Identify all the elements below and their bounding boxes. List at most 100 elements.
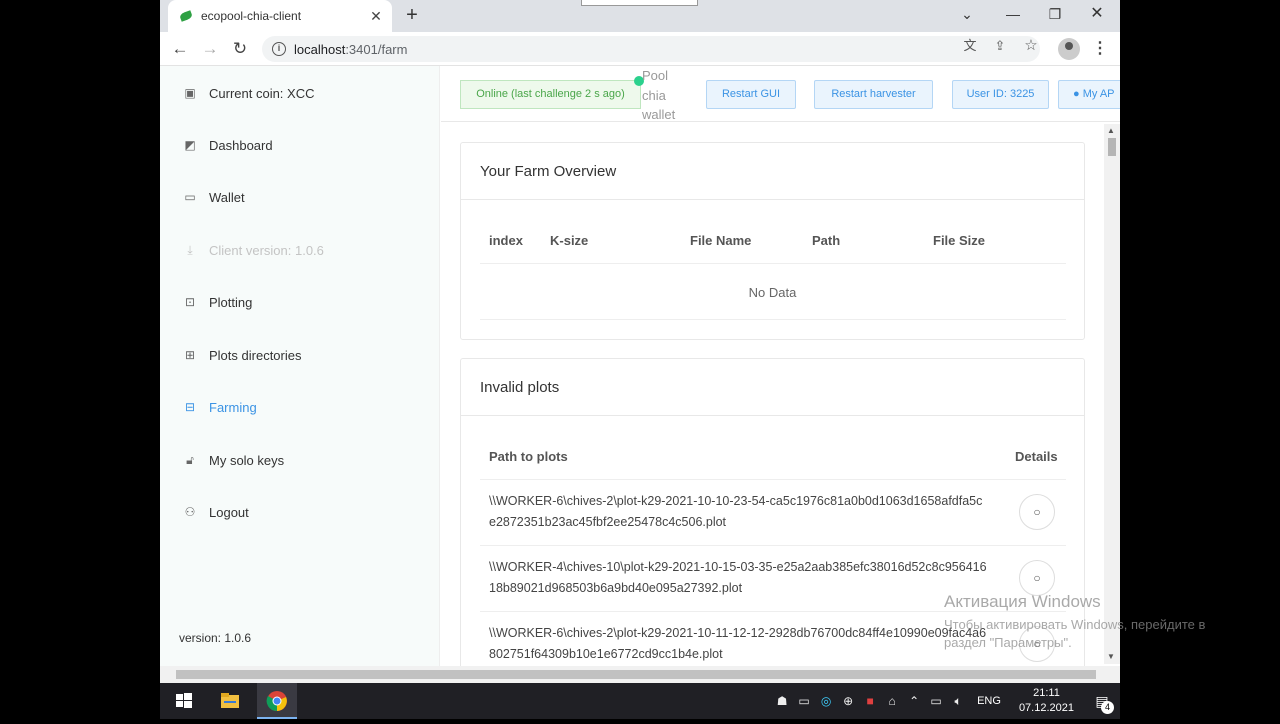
file-explorer-icon[interactable] bbox=[218, 689, 242, 713]
restart-harvester-button[interactable]: Restart harvester bbox=[814, 80, 933, 109]
pool-wallet-label: Pool chia wallet bbox=[642, 68, 676, 122]
my-api-label: My AP bbox=[1082, 88, 1115, 100]
content-scroll-area: Your Farm Overview index K-size File Nam… bbox=[441, 123, 1120, 666]
network-tray-icon[interactable]: ⊕ bbox=[838, 694, 858, 708]
column-header: index bbox=[489, 233, 523, 248]
new-tab-button[interactable]: + bbox=[400, 4, 424, 28]
scroll-down-icon[interactable]: ▼ bbox=[1107, 652, 1115, 661]
sidebar-item-label: Plots directories bbox=[209, 347, 302, 363]
windows-activation-watermark: Активация Windows Чтобы активировать Win… bbox=[944, 592, 1244, 652]
plot-path: \\WORKER-6\chives-2\plot-k29-2021-10-11-… bbox=[489, 626, 987, 661]
scrollbar-thumb[interactable] bbox=[176, 670, 1096, 679]
bookmark-star-icon[interactable]: ☆ bbox=[1021, 37, 1041, 55]
sidebar-item-wallet[interactable]: ▭ Wallet bbox=[182, 185, 244, 209]
site-info-icon[interactable]: i bbox=[272, 42, 286, 56]
monitor-icon: ▣ bbox=[184, 86, 196, 100]
user-id-button[interactable]: User ID: 3225 bbox=[952, 80, 1049, 109]
back-arrow-icon[interactable]: ← bbox=[168, 37, 192, 61]
details-search-button[interactable]: ○ bbox=[1019, 560, 1055, 596]
drive-icon[interactable]: ▭ bbox=[794, 694, 814, 708]
details-search-button[interactable]: ○ bbox=[1019, 494, 1055, 530]
language-indicator[interactable]: ENG bbox=[977, 695, 1001, 707]
wallet-icon: ▭ bbox=[184, 190, 196, 204]
clock-date: 07.12.2021 bbox=[1018, 702, 1074, 714]
sidebar-item-label: My solo keys bbox=[209, 452, 285, 468]
divider bbox=[480, 479, 1066, 480]
scroll-up-icon[interactable]: ▲ bbox=[1107, 126, 1115, 135]
windows-start-icon[interactable] bbox=[172, 689, 196, 713]
header-bar: Online (last challenge 2 s ago) Pool chi… bbox=[441, 66, 1120, 122]
app-tray-icon[interactable]: ◎ bbox=[816, 694, 836, 708]
screen: ecopool-chia-client ✕ + ⌄ — ❐ ✕ ← → ↻ i … bbox=[0, 0, 1280, 719]
card-title: Your Farm Overview bbox=[461, 143, 1084, 200]
share-icon[interactable]: ⇪ bbox=[990, 37, 1010, 55]
system-tray: ☗ ▭ ◎ ⊕ ■ ⌂ ⌃ ▭ 🔈︎ ENG 21:11 07.12.2021 … bbox=[771, 683, 1120, 719]
chevron-up-icon[interactable]: ⌃ bbox=[904, 694, 924, 708]
online-status-badge: Online (last challenge 2 s ago) bbox=[460, 80, 641, 109]
translate-icon[interactable]: 文 bbox=[960, 37, 980, 55]
column-header: K-size bbox=[550, 233, 589, 248]
browser-menu-icon[interactable]: ⋮ bbox=[1090, 38, 1110, 60]
chrome-taskbar-button[interactable] bbox=[257, 683, 297, 719]
plot-path: \\WORKER-4\chives-10\plot-k29-2021-10-15… bbox=[489, 560, 987, 595]
empty-state-text: No Data bbox=[748, 285, 797, 300]
sidebar-item-label: Dashboard bbox=[209, 137, 273, 153]
minimize-button[interactable]: — bbox=[998, 2, 1028, 26]
scrollbar-thumb[interactable] bbox=[1108, 138, 1116, 156]
tab-title: ecopool-chia-client bbox=[201, 9, 302, 23]
clock-time: 21:11 bbox=[1033, 687, 1060, 699]
clock[interactable]: 21:11 07.12.2021 bbox=[1019, 686, 1074, 716]
sidebar-item-plotting[interactable]: ⊡ Plotting bbox=[182, 290, 252, 314]
taskbar: ☗ ▭ ◎ ⊕ ■ ⌂ ⌃ ▭ 🔈︎ ENG 21:11 07.12.2021 … bbox=[160, 683, 1120, 719]
location-pin-icon: ● bbox=[1073, 88, 1080, 100]
volume-icon[interactable]: 🔈︎ bbox=[948, 694, 968, 709]
notifications-icon[interactable]: ▤ 4 bbox=[1084, 693, 1120, 714]
restart-gui-button[interactable]: Restart GUI bbox=[706, 80, 796, 109]
version-text: version: 1.0.6 bbox=[179, 631, 252, 645]
farm-overview-card: Your Farm Overview index K-size File Nam… bbox=[460, 142, 1085, 340]
sidebar-item-farming[interactable]: ⊟ Farming bbox=[182, 395, 257, 419]
sidebar-item-dashboard[interactable]: ◩ Dashboard bbox=[182, 133, 273, 157]
browser-window: ecopool-chia-client ✕ + ⌄ — ❐ ✕ ← → ↻ i … bbox=[160, 0, 1120, 683]
monitor-network-icon[interactable]: ▭ bbox=[926, 694, 946, 708]
chart-icon: ◩ bbox=[184, 138, 196, 152]
column-header: Path to plots bbox=[489, 449, 568, 464]
sidebar-item-client-version: ⤓ Client version: 1.0.6 bbox=[182, 238, 324, 262]
people-icon[interactable]: ☗ bbox=[772, 694, 792, 708]
my-api-button[interactable]: ● My AP bbox=[1058, 80, 1120, 109]
main-panel: Online (last challenge 2 s ago) Pool chi… bbox=[441, 66, 1120, 666]
security-tray-icon[interactable]: ■ bbox=[860, 694, 880, 708]
reload-icon[interactable]: ↻ bbox=[228, 37, 252, 61]
sidebar-item-label: Logout bbox=[209, 504, 249, 520]
sidebar-item-my-solo-keys[interactable]: 🔓︎ My solo keys bbox=[182, 448, 284, 472]
address-bar[interactable]: i localhost:3401/farm bbox=[262, 36, 1040, 62]
lock-icon: 🔓︎ bbox=[186, 453, 194, 467]
chrome-icon bbox=[266, 691, 287, 712]
sidebar-item-current-coin[interactable]: ▣ Current coin: XCC bbox=[182, 81, 314, 105]
column-header: Details bbox=[1015, 449, 1058, 464]
horizontal-scrollbar[interactable] bbox=[160, 666, 1120, 683]
profile-avatar-icon[interactable] bbox=[1058, 38, 1080, 60]
tab-strip: ecopool-chia-client ✕ + ⌄ — ❐ ✕ bbox=[160, 0, 1120, 32]
notification-count-badge: 4 bbox=[1101, 700, 1114, 714]
close-window-button[interactable]: ✕ bbox=[1082, 2, 1112, 26]
sidebar-item-logout[interactable]: ⚇ Logout bbox=[182, 500, 249, 524]
restore-button[interactable]: ❐ bbox=[1040, 2, 1070, 26]
browser-tab[interactable]: ecopool-chia-client ✕ bbox=[168, 0, 392, 32]
page-content: ▣ Current coin: XCC ◩ Dashboard ▭ Wallet… bbox=[160, 66, 1120, 666]
sidebar-item-plots-directories[interactable]: ⊞ Plots directories bbox=[182, 343, 302, 367]
column-header: File Size bbox=[933, 233, 986, 248]
usb-icon[interactable]: ⌂ bbox=[882, 694, 902, 708]
card-title: Invalid plots bbox=[461, 359, 1084, 416]
close-tab-icon[interactable]: ✕ bbox=[368, 8, 384, 25]
divider bbox=[480, 319, 1066, 320]
sidebar-item-label: Farming bbox=[209, 399, 257, 415]
download-icon: ⤓ bbox=[187, 243, 193, 257]
forward-arrow-icon[interactable]: → bbox=[198, 37, 222, 61]
vertical-scrollbar[interactable]: ▲ ▼ bbox=[1104, 124, 1120, 664]
navigation-bar: ← → ↻ i localhost:3401/farm 文 ⇪ ☆ bbox=[160, 32, 1120, 66]
tab-search-icon[interactable]: ⌄ bbox=[952, 2, 982, 26]
url-text: localhost:3401/farm bbox=[294, 41, 408, 57]
folder-add-icon: ⊞ bbox=[184, 348, 196, 362]
inbox-icon: ⊡ bbox=[184, 295, 196, 309]
